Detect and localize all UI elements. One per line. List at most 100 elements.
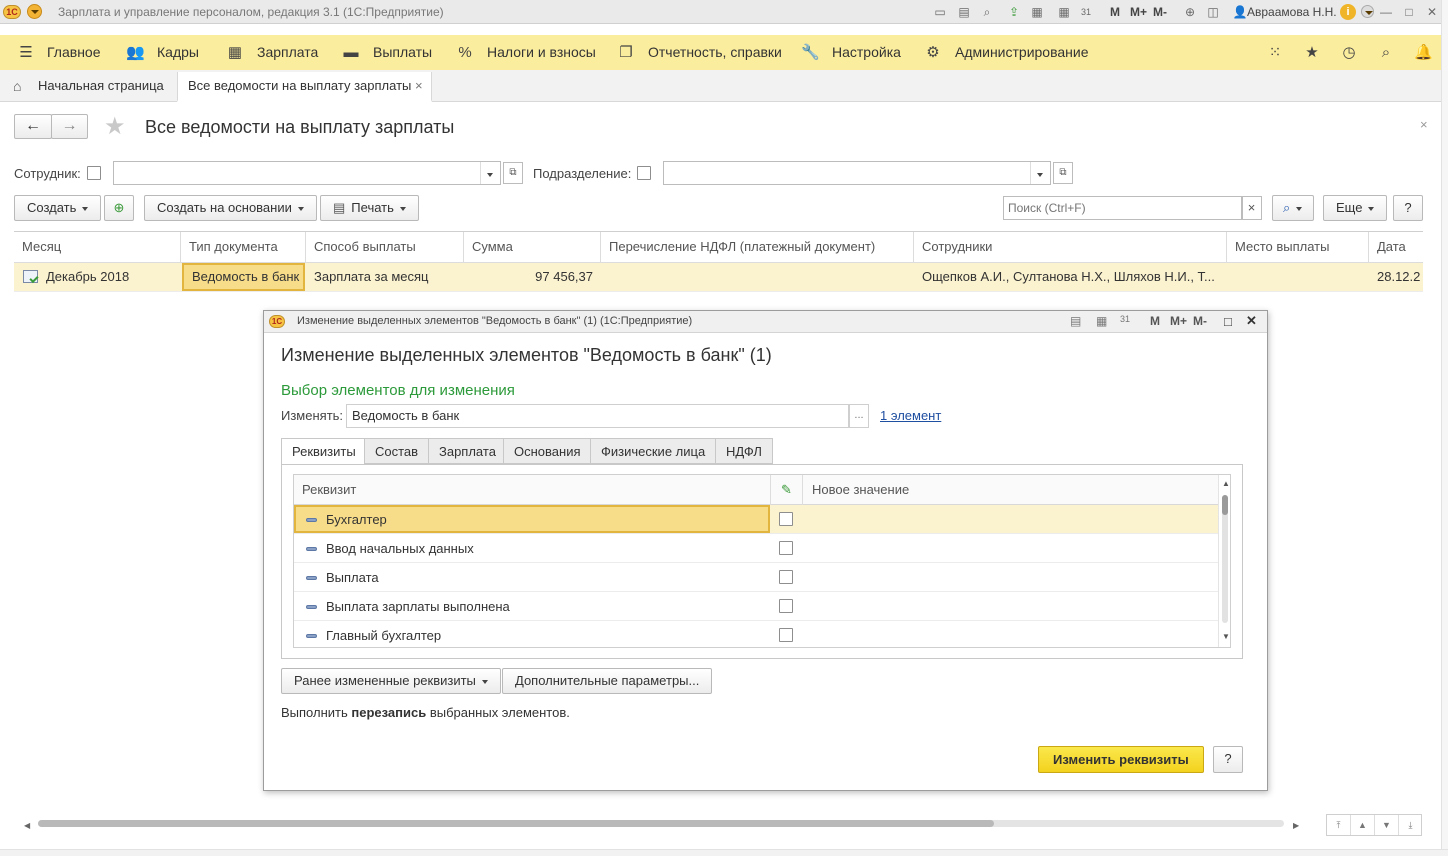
department-dropdown-button[interactable] <box>1030 162 1051 184</box>
column-header-payment-method[interactable]: Способ выплаты <box>306 232 464 262</box>
dialog-close-button[interactable]: ✕ <box>1246 313 1257 329</box>
search-icon[interactable]: ⌕ <box>1377 44 1395 61</box>
upload-icon[interactable]: ⇪ <box>1006 4 1022 20</box>
tab-ndfl[interactable]: НДФЛ <box>715 438 773 464</box>
maximize-button[interactable]: □ <box>1401 4 1417 20</box>
column-header-doc-type[interactable]: Тип документа <box>181 232 306 262</box>
close-tab-icon[interactable]: × <box>415 72 423 100</box>
column-header-date[interactable]: Дата <box>1369 232 1423 262</box>
dialog-maximize-button[interactable]: □ <box>1224 314 1232 329</box>
search-button[interactable]: ⌕ <box>1272 195 1314 221</box>
rewrite-link[interactable]: перезапись <box>351 705 426 720</box>
dialog-memory-plus[interactable]: M+ <box>1170 314 1187 328</box>
column-header-requisite[interactable]: Реквизит <box>302 482 356 497</box>
requisite-checkbox[interactable] <box>779 570 793 584</box>
tab-composition[interactable]: Состав <box>364 438 430 464</box>
last-row-icon[interactable]: ⤓ <box>1399 815 1422 835</box>
search-input[interactable] <box>1003 196 1243 220</box>
main-menu-icon[interactable] <box>27 4 42 19</box>
department-open-icon[interactable]: ⧉ <box>1053 162 1073 184</box>
calendar-icon[interactable]: 31 <box>1078 4 1094 20</box>
dialog-memory-minus[interactable]: M- <box>1193 314 1207 328</box>
list-item[interactable]: Главный бухгалтер <box>294 621 1218 647</box>
close-form-icon[interactable]: × <box>1420 117 1428 132</box>
scroll-up-icon[interactable]: ▲ <box>1222 479 1230 488</box>
requisite-checkbox[interactable] <box>779 541 793 555</box>
requisite-checkbox[interactable] <box>779 599 793 613</box>
list-item[interactable]: Бухгалтер <box>294 505 1218 534</box>
more-button[interactable]: Еще <box>1323 195 1388 221</box>
scroll-thumb[interactable] <box>1222 495 1228 515</box>
page-up-icon[interactable]: ▲ <box>1351 815 1375 835</box>
requisite-checkbox[interactable] <box>779 512 793 526</box>
employee-dropdown-button[interactable] <box>480 162 501 184</box>
menu-item-admin[interactable]: Администрирование <box>955 35 1089 70</box>
forward-button[interactable]: → <box>51 114 88 139</box>
tab-individuals[interactable]: Физические лица <box>590 438 717 464</box>
close-window-button[interactable]: ✕ <box>1424 4 1440 20</box>
menu-item-staff[interactable]: Кадры <box>157 35 199 70</box>
page-down-icon[interactable]: ▼ <box>1375 815 1399 835</box>
memory-plus-button[interactable]: M+ <box>1130 5 1147 19</box>
user-menu-icon[interactable] <box>1361 5 1374 18</box>
bell-icon[interactable]: 🔔 <box>1414 44 1433 61</box>
panels-icon[interactable]: ◫ <box>1205 4 1221 20</box>
minimize-button[interactable]: — <box>1378 4 1394 20</box>
requisite-checkbox[interactable] <box>779 628 793 642</box>
column-header-place[interactable]: Место выплаты <box>1227 232 1369 262</box>
dialog-calendar-icon[interactable]: 31 <box>1120 314 1130 324</box>
printer-icon[interactable]: ▦ <box>1029 4 1045 20</box>
change-type-field[interactable]: Ведомость в банк <box>346 404 849 428</box>
cell-doc-type[interactable]: Ведомость в банк <box>182 263 305 291</box>
horizontal-scroll-thumb[interactable] <box>38 820 994 827</box>
list-item[interactable]: Ввод начальных данных <box>294 534 1218 563</box>
info-icon[interactable]: i <box>1340 4 1356 20</box>
scroll-right-icon[interactable]: ▶ <box>1293 821 1299 830</box>
list-item[interactable]: Выплата зарплаты выполнена <box>294 592 1218 621</box>
print-icon[interactable]: ▤ <box>956 4 972 20</box>
dialog-print-icon[interactable]: ▤ <box>1070 314 1081 328</box>
additional-params-button[interactable]: Дополнительные параметры... <box>502 668 713 694</box>
tab-grounds[interactable]: Основания <box>503 438 592 464</box>
employee-filter-input[interactable] <box>113 161 501 185</box>
menu-item-salary[interactable]: Зарплата <box>257 35 318 70</box>
employee-open-icon[interactable]: ⧉ <box>503 162 523 184</box>
department-filter-input[interactable] <box>663 161 1051 185</box>
column-header-new-value[interactable]: Новое значение <box>812 482 909 497</box>
print-button[interactable]: ▤ Печать <box>320 195 419 221</box>
grid-vertical-scrollbar[interactable]: ▲ ▼ <box>1218 475 1230 647</box>
save-icon[interactable]: ▭ <box>932 4 948 20</box>
zoom-icon[interactable]: ⊕ <box>1182 4 1198 20</box>
preview-icon[interactable]: ⌕ <box>979 4 995 20</box>
tab-home[interactable]: ⌂ Начальная страница <box>0 72 177 102</box>
tab-salary[interactable]: Зарплата <box>428 438 507 464</box>
menu-item-taxes[interactable]: Налоги и взносы <box>487 35 596 70</box>
column-header-month[interactable]: Месяц <box>14 232 181 262</box>
list-item[interactable]: Выплата <box>294 563 1218 592</box>
column-header-sum[interactable]: Сумма <box>464 232 601 262</box>
previously-changed-button[interactable]: Ранее измененные реквизиты <box>281 668 501 694</box>
column-header-employees[interactable]: Сотрудники <box>914 232 1227 262</box>
menu-item-main[interactable]: Главное <box>47 35 101 70</box>
element-count-link[interactable]: 1 элемент <box>880 408 941 423</box>
memory-minus-button[interactable]: M- <box>1153 5 1167 19</box>
scroll-left-icon[interactable]: ◀ <box>24 821 30 830</box>
apply-changes-button[interactable]: Изменить реквизиты <box>1038 746 1204 773</box>
column-header-ndfl[interactable]: Перечисление НДФЛ (платежный документ) <box>601 232 914 262</box>
back-button[interactable]: ← <box>14 114 52 139</box>
history-icon[interactable]: ◷ <box>1340 44 1358 61</box>
help-button[interactable]: ? <box>1393 195 1423 221</box>
tab-requisites[interactable]: Реквизиты <box>281 438 367 465</box>
apps-grid-icon[interactable]: ⁙ <box>1266 44 1284 61</box>
user-name[interactable]: Авраамова Н.Н. <box>1247 5 1337 19</box>
tab-payroll-sheets[interactable]: Все ведомости на выплату зарплаты × <box>177 72 432 102</box>
menu-item-payments[interactable]: Выплаты <box>373 35 432 70</box>
menu-item-reports[interactable]: Отчетность, справки <box>648 35 782 70</box>
dialog-memory-m[interactable]: M <box>1150 314 1160 328</box>
favorites-star-icon[interactable]: ★ <box>1303 44 1321 61</box>
department-filter-checkbox[interactable] <box>637 166 651 180</box>
favorite-star-icon[interactable]: ★ <box>104 114 126 140</box>
clear-search-button[interactable]: × <box>1241 196 1262 220</box>
scroll-down-icon[interactable]: ▼ <box>1222 632 1230 641</box>
create-button[interactable]: Создать <box>14 195 102 221</box>
